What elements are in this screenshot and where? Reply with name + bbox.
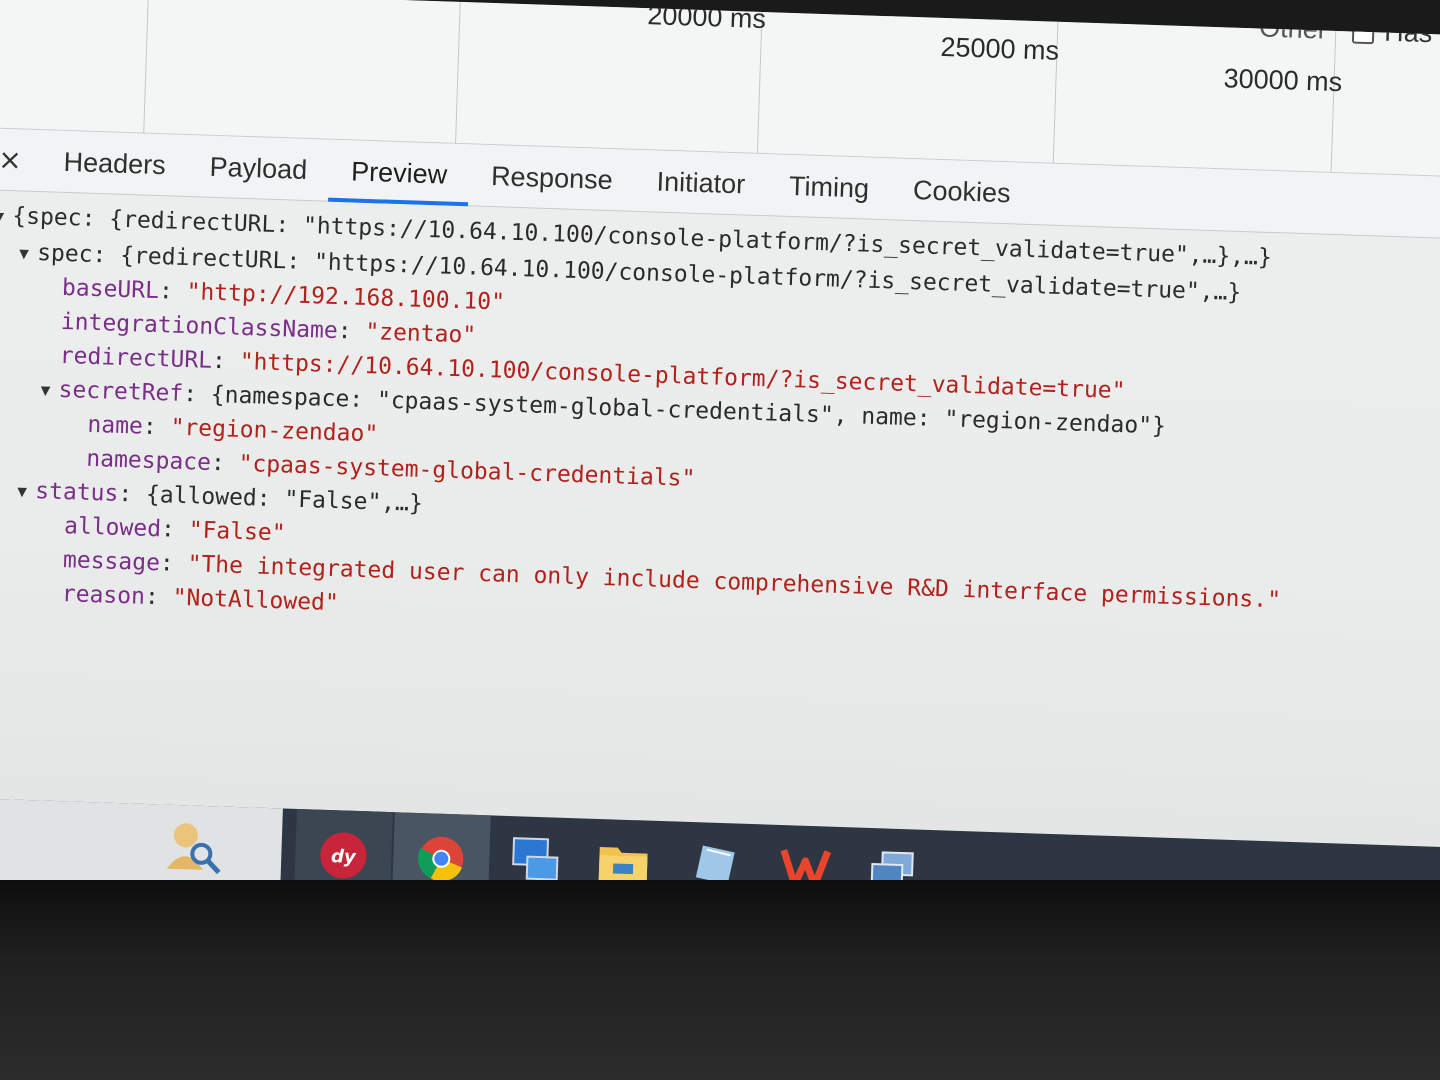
json-preview: ▼ {spec: {redirectURL: "https://10.64.10.… <box>0 196 1440 845</box>
tab-payload[interactable]: Payload <box>187 135 331 202</box>
json-value: "False" <box>188 517 287 547</box>
tab-cookies[interactable]: Cookies <box>890 158 1034 225</box>
timeline-gridline <box>143 0 149 134</box>
other-filter-label[interactable]: Other <box>1259 12 1327 44</box>
expand-triangle-icon[interactable]: ▼ <box>19 236 38 271</box>
json-key: secretRef <box>58 376 184 407</box>
json-key: reason <box>61 581 146 610</box>
json-key: spec <box>36 240 93 268</box>
tab-initiator[interactable]: Initiator <box>634 149 769 215</box>
timeline-gridline <box>455 1 461 144</box>
tab-timing[interactable]: Timing <box>766 154 892 220</box>
json-key: status <box>34 478 119 507</box>
json-status-summary: {allowed: "False",…} <box>145 481 424 517</box>
timeline-tick-label: 30000 ms <box>1223 63 1343 98</box>
has-blocked-checkbox[interactable] <box>1351 21 1375 45</box>
timeline-tick-label: 25000 ms <box>940 31 1060 66</box>
json-key: redirectURL <box>59 342 213 374</box>
json-value: "The integrated user can only include co… <box>187 551 1282 614</box>
json-key: integrationClassName <box>60 308 339 345</box>
json-key: message <box>62 547 161 577</box>
monitor-screen: 20000 ms 25000 ms 30000 ms Other Has blo… <box>0 0 1440 935</box>
monitor-bezel <box>0 880 1440 1080</box>
json-value: "region-zendao" <box>170 414 379 448</box>
expand-triangle-icon[interactable]: ▼ <box>17 474 36 509</box>
tab-headers[interactable]: Headers <box>41 130 189 197</box>
tab-preview[interactable]: Preview <box>328 139 470 206</box>
json-key: allowed <box>63 513 162 543</box>
svg-text:dy: dy <box>331 846 358 868</box>
timeline-tick-label: 20000 ms <box>646 0 767 35</box>
timeline-filters: Other Has blocke <box>1259 12 1440 51</box>
has-blocked-label: Has blocke <box>1383 16 1440 51</box>
json-key: baseURL <box>61 274 160 305</box>
timeline-gridline <box>1330 30 1337 173</box>
tab-response[interactable]: Response <box>468 144 636 211</box>
people-search-icon[interactable] <box>161 815 227 881</box>
json-value: "NotAllowed" <box>172 584 340 617</box>
json-value: "zentao" <box>364 318 477 349</box>
close-icon[interactable]: × <box>0 127 43 191</box>
expand-triangle-icon[interactable]: ▼ <box>40 373 59 408</box>
json-key: name <box>87 411 144 440</box>
json-key: namespace <box>85 445 212 476</box>
